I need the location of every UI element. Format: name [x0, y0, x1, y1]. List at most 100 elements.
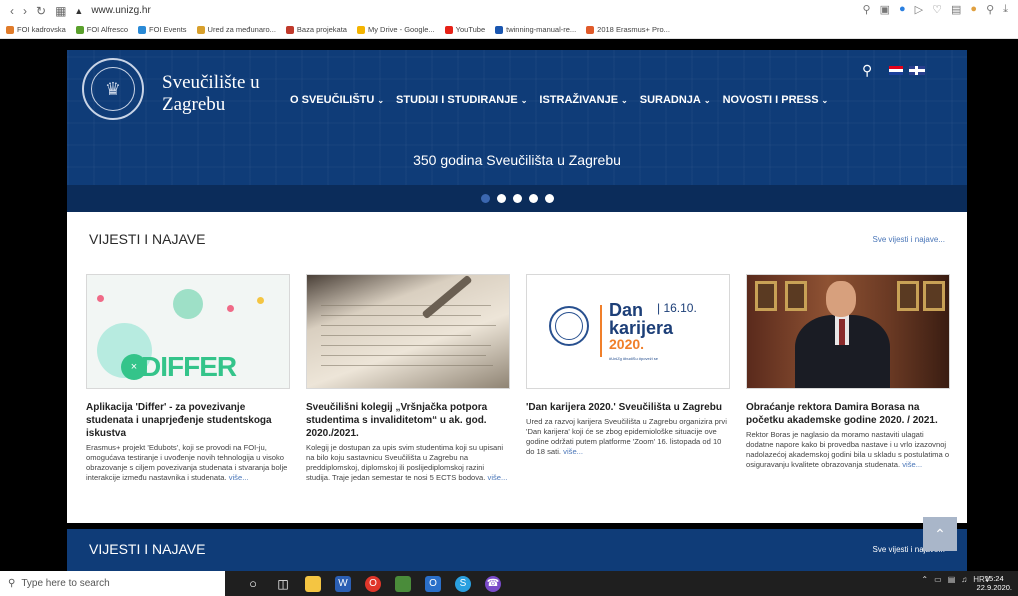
play-icon[interactable]: ▷ [915, 3, 923, 16]
more-link[interactable]: više... [902, 460, 922, 469]
pen-icon [421, 275, 473, 320]
nav-novosti[interactable]: NOVOSTI I PRESS ⌄ [723, 94, 829, 106]
heart-icon[interactable]: ♡ [932, 3, 942, 16]
nav-suradnja[interactable]: SURADNJA ⌄ [640, 94, 711, 106]
bookmark-item[interactable]: FOI kadrovska [6, 25, 66, 34]
news-section: VIJESTI I NAJAVE Sve vijesti i najave...… [67, 212, 967, 523]
news-card-text: Kolegij je dostupan za upis svim student… [306, 443, 510, 483]
extension-icon[interactable]: ● [970, 3, 977, 16]
slider-dot[interactable] [544, 194, 554, 203]
bookmark-icon[interactable]: ▤ [951, 3, 961, 16]
dan-karijera-year: 2020. [609, 336, 645, 352]
dan-karijera-date: | 16.10. [657, 301, 697, 315]
bookmark-item[interactable]: My Drive - Google... [356, 25, 435, 34]
scroll-to-top-button[interactable]: ⌃ [923, 517, 957, 551]
more-link[interactable]: više... [488, 473, 508, 482]
dan-karijera-image[interactable]: Dan karijera 2020. | 16.10. #UniZg #budi… [526, 274, 730, 389]
app-icon[interactable] [395, 575, 411, 592]
chevron-up-icon[interactable]: ⌃ [921, 575, 928, 584]
chevron-down-icon: ⌄ [520, 95, 528, 105]
chevron-down-icon: ⌄ [703, 95, 711, 105]
dan-karijera-title: Dan karijera [609, 300, 674, 338]
viber-icon[interactable]: ☎ [485, 575, 501, 592]
box-icon[interactable]: ⚲ [986, 3, 994, 16]
bookmark-item[interactable]: 2018 Erasmus+ Pro... [586, 25, 670, 34]
english-flag-icon[interactable] [909, 66, 925, 75]
slider-dot[interactable] [496, 194, 506, 203]
painting-frame [923, 281, 945, 311]
cortana-icon[interactable]: ○ [245, 576, 261, 592]
university-name[interactable]: Sveučilište u Zagrebu [162, 72, 260, 116]
more-link[interactable]: više... [563, 447, 583, 456]
taskbar-clock[interactable]: 15:24 22.9.2020. [977, 574, 1012, 592]
grid-icon[interactable]: ▦ [55, 4, 66, 18]
news-card-text: Ured za razvoj karijera Sveučilišta u Za… [526, 417, 730, 457]
bookmark-favicon-icon [75, 25, 84, 34]
news-card-title[interactable]: 'Dan karijera 2020.' Sveučilišta u Zagre… [526, 401, 730, 414]
slider-dot[interactable] [528, 194, 538, 203]
reload-icon[interactable]: ↻ [36, 4, 46, 18]
nav-istrazivanje[interactable]: ISTRAŽIVANJE ⌄ [539, 94, 627, 106]
bookmark-item[interactable]: FOI Alfresco [75, 25, 129, 34]
clock-time: 15:24 [984, 574, 1004, 583]
network-icon[interactable]: ▤ [948, 575, 956, 584]
slider-dot[interactable] [480, 194, 490, 203]
chevron-down-icon: ⌄ [621, 95, 628, 105]
outlook-icon[interactable]: O [425, 575, 441, 592]
taskbar-search[interactable]: ⚲ Type here to search [0, 571, 225, 596]
nav-label: O SVEUČILIŠTU [290, 94, 375, 106]
news-card-body: Ured za razvoj karijera Sveučilišta u Za… [526, 417, 727, 456]
task-view-icon[interactable]: ◫ [275, 576, 291, 592]
word-icon[interactable]: W [335, 575, 351, 592]
news-card-title[interactable]: Aplikacija 'Differ' - za povezivanje stu… [86, 401, 290, 440]
bookmark-favicon-icon [138, 25, 147, 34]
speaker-icon[interactable]: ♫ [961, 575, 967, 584]
search-icon[interactable]: ⚲ [862, 62, 872, 79]
news-card[interactable]: Sveučilišni kolegij „Vršnjačka potpora s… [306, 274, 510, 483]
camera-icon[interactable]: ▣ [880, 3, 890, 16]
search-icon[interactable]: ⚲ [863, 3, 871, 16]
differ-image[interactable]: × DIFFER [86, 274, 290, 389]
news-card-title[interactable]: Sveučilišni kolegij „Vršnjačka potpora s… [306, 401, 510, 440]
nav-o-sveucilistu[interactable]: O SVEUČILIŠTU ⌄ [290, 94, 384, 106]
university-seal-logo[interactable]: ♛ [82, 58, 144, 120]
rector-photo[interactable] [746, 274, 950, 389]
events-section-header: VIJESTI I NAJAVE Sve vijesti i najave... [67, 529, 967, 571]
shield-icon[interactable]: ● [899, 3, 906, 16]
download-icon[interactable]: ⤓ [1003, 3, 1008, 16]
bookmark-item[interactable]: Baza projekata [285, 25, 347, 34]
nav-studiji[interactable]: STUDIJI I STUDIRANJE ⌄ [396, 94, 527, 106]
chevron-down-icon: ⌄ [377, 95, 385, 105]
book-image[interactable] [306, 274, 510, 389]
address-text[interactable]: www.unizg.hr [91, 5, 150, 16]
battery-icon[interactable]: ▭ [934, 575, 942, 584]
taskbar-search-placeholder[interactable]: Type here to search [21, 578, 109, 589]
file-explorer-icon[interactable] [305, 575, 321, 592]
forward-icon[interactable]: › [23, 4, 27, 18]
slider-dot[interactable] [512, 194, 522, 203]
bookmark-favicon-icon [586, 25, 595, 34]
opera-icon[interactable]: O [365, 575, 381, 592]
warning-icon: ▲ [74, 5, 84, 16]
text-line [321, 325, 496, 326]
news-card[interactable]: × DIFFER Aplikacija 'Differ' - za povezi… [86, 274, 290, 483]
address-bar[interactable]: ▲ www.unizg.hr [74, 5, 150, 16]
nav-label: SURADNJA [639, 94, 701, 106]
croatian-flag-icon[interactable] [889, 66, 903, 75]
news-card[interactable]: Dan karijera 2020. | 16.10. #UniZg #budi… [526, 274, 730, 457]
more-link[interactable]: više... [229, 473, 249, 482]
bookmark-label: FOI Alfresco [86, 25, 129, 34]
bookmark-item[interactable]: twinning-manual-re... [495, 25, 576, 34]
news-card-title[interactable]: Obraćanje rektora Damira Borasa na počet… [746, 401, 950, 427]
back-icon[interactable]: ‹ [10, 4, 14, 18]
bookmark-item[interactable]: YouTube [444, 25, 485, 34]
all-news-link[interactable]: Sve vijesti i najave... [873, 235, 945, 244]
skype-icon[interactable]: S [455, 575, 471, 592]
bookmark-favicon-icon [356, 25, 365, 34]
bookmark-item[interactable]: Ured za međunaro... [196, 25, 276, 34]
search-icon: ⚲ [8, 578, 16, 589]
university-seal-icon [549, 306, 589, 346]
bookmark-item[interactable]: FOI Events [138, 25, 187, 34]
news-card[interactable]: Obraćanje rektora Damira Borasa na počet… [746, 274, 950, 470]
person-tie [839, 319, 845, 345]
